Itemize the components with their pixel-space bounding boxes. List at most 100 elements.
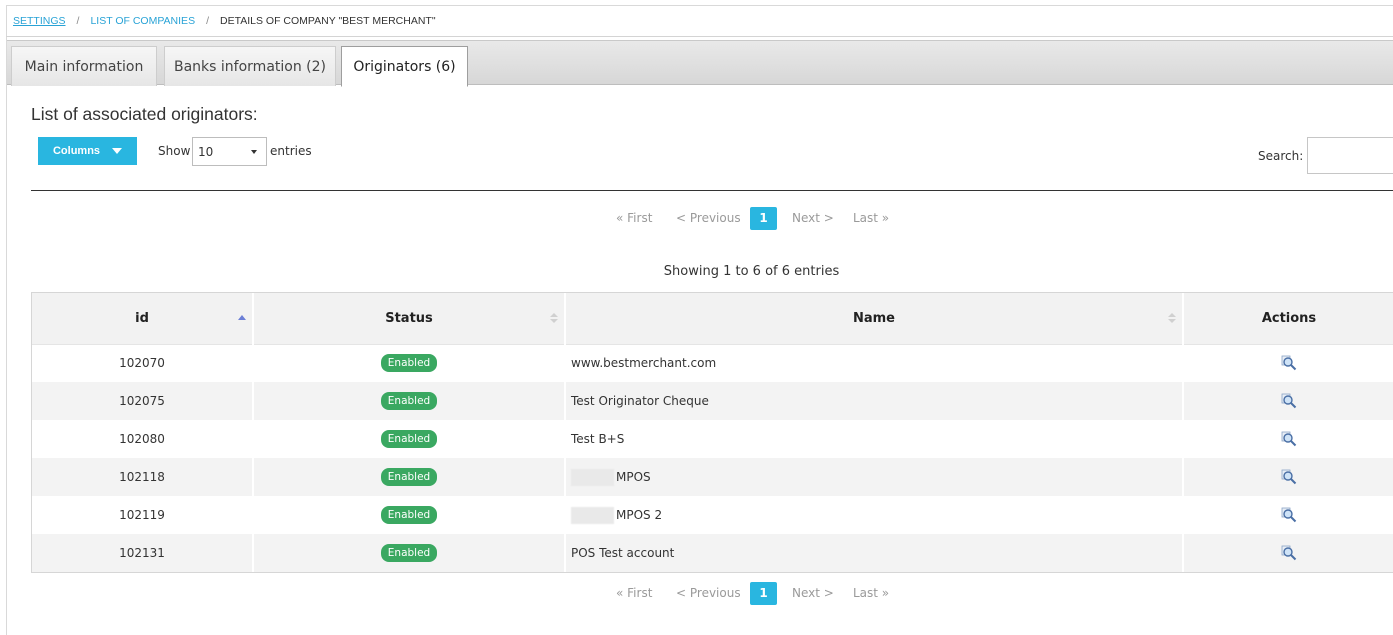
sort-asc-icon: [238, 315, 246, 320]
originator-name: Test B+S: [571, 432, 625, 446]
originators-table: id Status Name Actions 102070 Enabled ww…: [31, 292, 1393, 573]
magnifier-view-icon[interactable]: [1280, 468, 1298, 486]
magnifier-view-icon[interactable]: [1280, 544, 1298, 562]
pagination-last[interactable]: Last »: [853, 211, 889, 225]
status-badge: Enabled: [380, 354, 438, 373]
breadcrumb-separator: /: [76, 15, 80, 27]
columns-button[interactable]: Columns: [38, 137, 137, 165]
cell-id: 102075: [32, 382, 254, 420]
cell-id: 102080: [32, 420, 254, 458]
breadcrumb: SETTINGS / LIST OF COMPANIES / DETAILS O…: [13, 14, 436, 28]
cell-name: MPOS: [565, 458, 1184, 496]
cell-status: Enabled: [253, 382, 566, 420]
cell-actions: [1183, 496, 1393, 534]
cell-actions: [1183, 534, 1393, 572]
caret-down-icon: [112, 148, 123, 154]
tab-originators[interactable]: Originators (6): [341, 46, 468, 87]
cell-id: 102131: [32, 534, 254, 572]
entries-label: entries: [270, 144, 312, 158]
pagination-bottom: « First < Previous 1 Next > Last »: [0, 581, 1393, 605]
column-header-name[interactable]: Name: [565, 293, 1184, 345]
pagination-page-current[interactable]: 1: [750, 581, 777, 605]
pagination-top: « First < Previous 1 Next > Last »: [0, 206, 1393, 230]
magnifier-view-icon[interactable]: [1280, 506, 1298, 524]
cell-id: 102070: [32, 344, 254, 382]
status-badge: Enabled: [380, 506, 438, 524]
entries-select[interactable]: 10: [192, 137, 267, 166]
toolbar-divider: [31, 190, 1393, 191]
originator-name: POS Test account: [571, 546, 675, 560]
pagination-next[interactable]: Next >: [792, 586, 834, 600]
cell-id: 102119: [32, 496, 254, 534]
column-header-id[interactable]: id: [32, 293, 254, 345]
showing-info: Showing 1 to 6 of 6 entries: [663, 264, 840, 279]
table-row: 102118 Enabled MPOS: [32, 458, 1393, 496]
cell-actions: [1183, 458, 1393, 496]
column-header-status-label: Status: [385, 310, 433, 326]
table-row: 102131 Enabled POS Test account: [32, 534, 1393, 572]
cell-id: 102118: [32, 458, 254, 496]
originator-name: MPOS: [616, 469, 651, 484]
table-row: 102075 Enabled Test Originator Cheque: [32, 382, 1393, 420]
redacted-block: [571, 506, 614, 524]
section-title: List of associated originators:: [31, 104, 258, 124]
sort-both-icon: [550, 313, 558, 323]
columns-button-label: Columns: [52, 145, 101, 157]
magnifier-view-icon[interactable]: [1280, 392, 1298, 410]
search-label: Search:: [1258, 149, 1304, 163]
cell-status: Enabled: [253, 458, 566, 496]
pagination-first[interactable]: « First: [616, 211, 652, 225]
cell-name: MPOS 2: [565, 496, 1184, 534]
show-label: Show: [158, 144, 191, 158]
column-header-status[interactable]: Status: [253, 293, 566, 345]
pagination-first[interactable]: « First: [616, 586, 652, 600]
cell-name: Test B+S: [565, 420, 1184, 458]
cell-status: Enabled: [253, 344, 566, 382]
cell-name: www.bestmerchant.com: [565, 344, 1184, 382]
breadcrumb-separator: /: [206, 15, 209, 27]
table-body: 102070 Enabled www.bestmerchant.com 1020…: [32, 344, 1393, 572]
breadcrumb-current: DETAILS OF COMPANY "BEST MERCHANT": [220, 15, 436, 27]
pagination-previous[interactable]: < Previous: [676, 586, 741, 600]
table-row: 102080 Enabled Test B+S: [32, 420, 1393, 458]
table-row: 102070 Enabled www.bestmerchant.com: [32, 344, 1393, 382]
tab-banks-information[interactable]: Banks information (2): [164, 46, 336, 86]
status-badge: Enabled: [380, 544, 438, 562]
breadcrumb-divider: [6, 36, 1393, 37]
originator-name: MPOS 2: [616, 507, 663, 522]
status-badge: Enabled: [380, 430, 438, 448]
magnifier-view-icon[interactable]: [1280, 430, 1298, 448]
column-header-name-label: Name: [852, 310, 895, 326]
cell-status: Enabled: [253, 534, 566, 572]
column-header-id-label: id: [135, 310, 149, 326]
tab-main-information[interactable]: Main information: [11, 46, 157, 86]
table-header-row: id Status Name Actions: [32, 293, 1393, 345]
breadcrumb-settings-link[interactable]: SETTINGS: [13, 15, 66, 27]
cell-name: Test Originator Cheque: [565, 382, 1184, 420]
sort-both-icon: [1168, 313, 1176, 323]
pagination-last[interactable]: Last »: [853, 586, 889, 600]
status-badge: Enabled: [380, 468, 438, 486]
cell-name: POS Test account: [565, 534, 1184, 572]
column-header-actions-label: Actions: [1261, 310, 1317, 326]
column-header-actions: Actions: [1183, 293, 1393, 345]
pagination-page-current[interactable]: 1: [750, 206, 777, 230]
pagination-next[interactable]: Next >: [792, 211, 834, 225]
cell-actions: [1183, 382, 1393, 420]
originator-name: www.bestmerchant.com: [571, 356, 717, 371]
tab-bar: Main information Banks information (2) O…: [7, 40, 1393, 87]
status-badge: Enabled: [380, 392, 438, 410]
cell-status: Enabled: [253, 496, 566, 534]
entries-select-value: 10: [198, 144, 214, 159]
magnifier-view-icon[interactable]: [1280, 354, 1298, 372]
select-caret-icon: [251, 150, 257, 154]
table-row: 102119 Enabled MPOS 2: [32, 496, 1393, 534]
cell-actions: [1183, 420, 1393, 458]
breadcrumb-companies-link[interactable]: LIST OF COMPANIES: [90, 15, 195, 27]
cell-actions: [1183, 344, 1393, 382]
redacted-block: [571, 468, 614, 486]
originator-name: Test Originator Cheque: [571, 394, 709, 408]
search-input[interactable]: [1307, 137, 1393, 174]
cell-status: Enabled: [253, 420, 566, 458]
pagination-previous[interactable]: < Previous: [676, 211, 741, 225]
